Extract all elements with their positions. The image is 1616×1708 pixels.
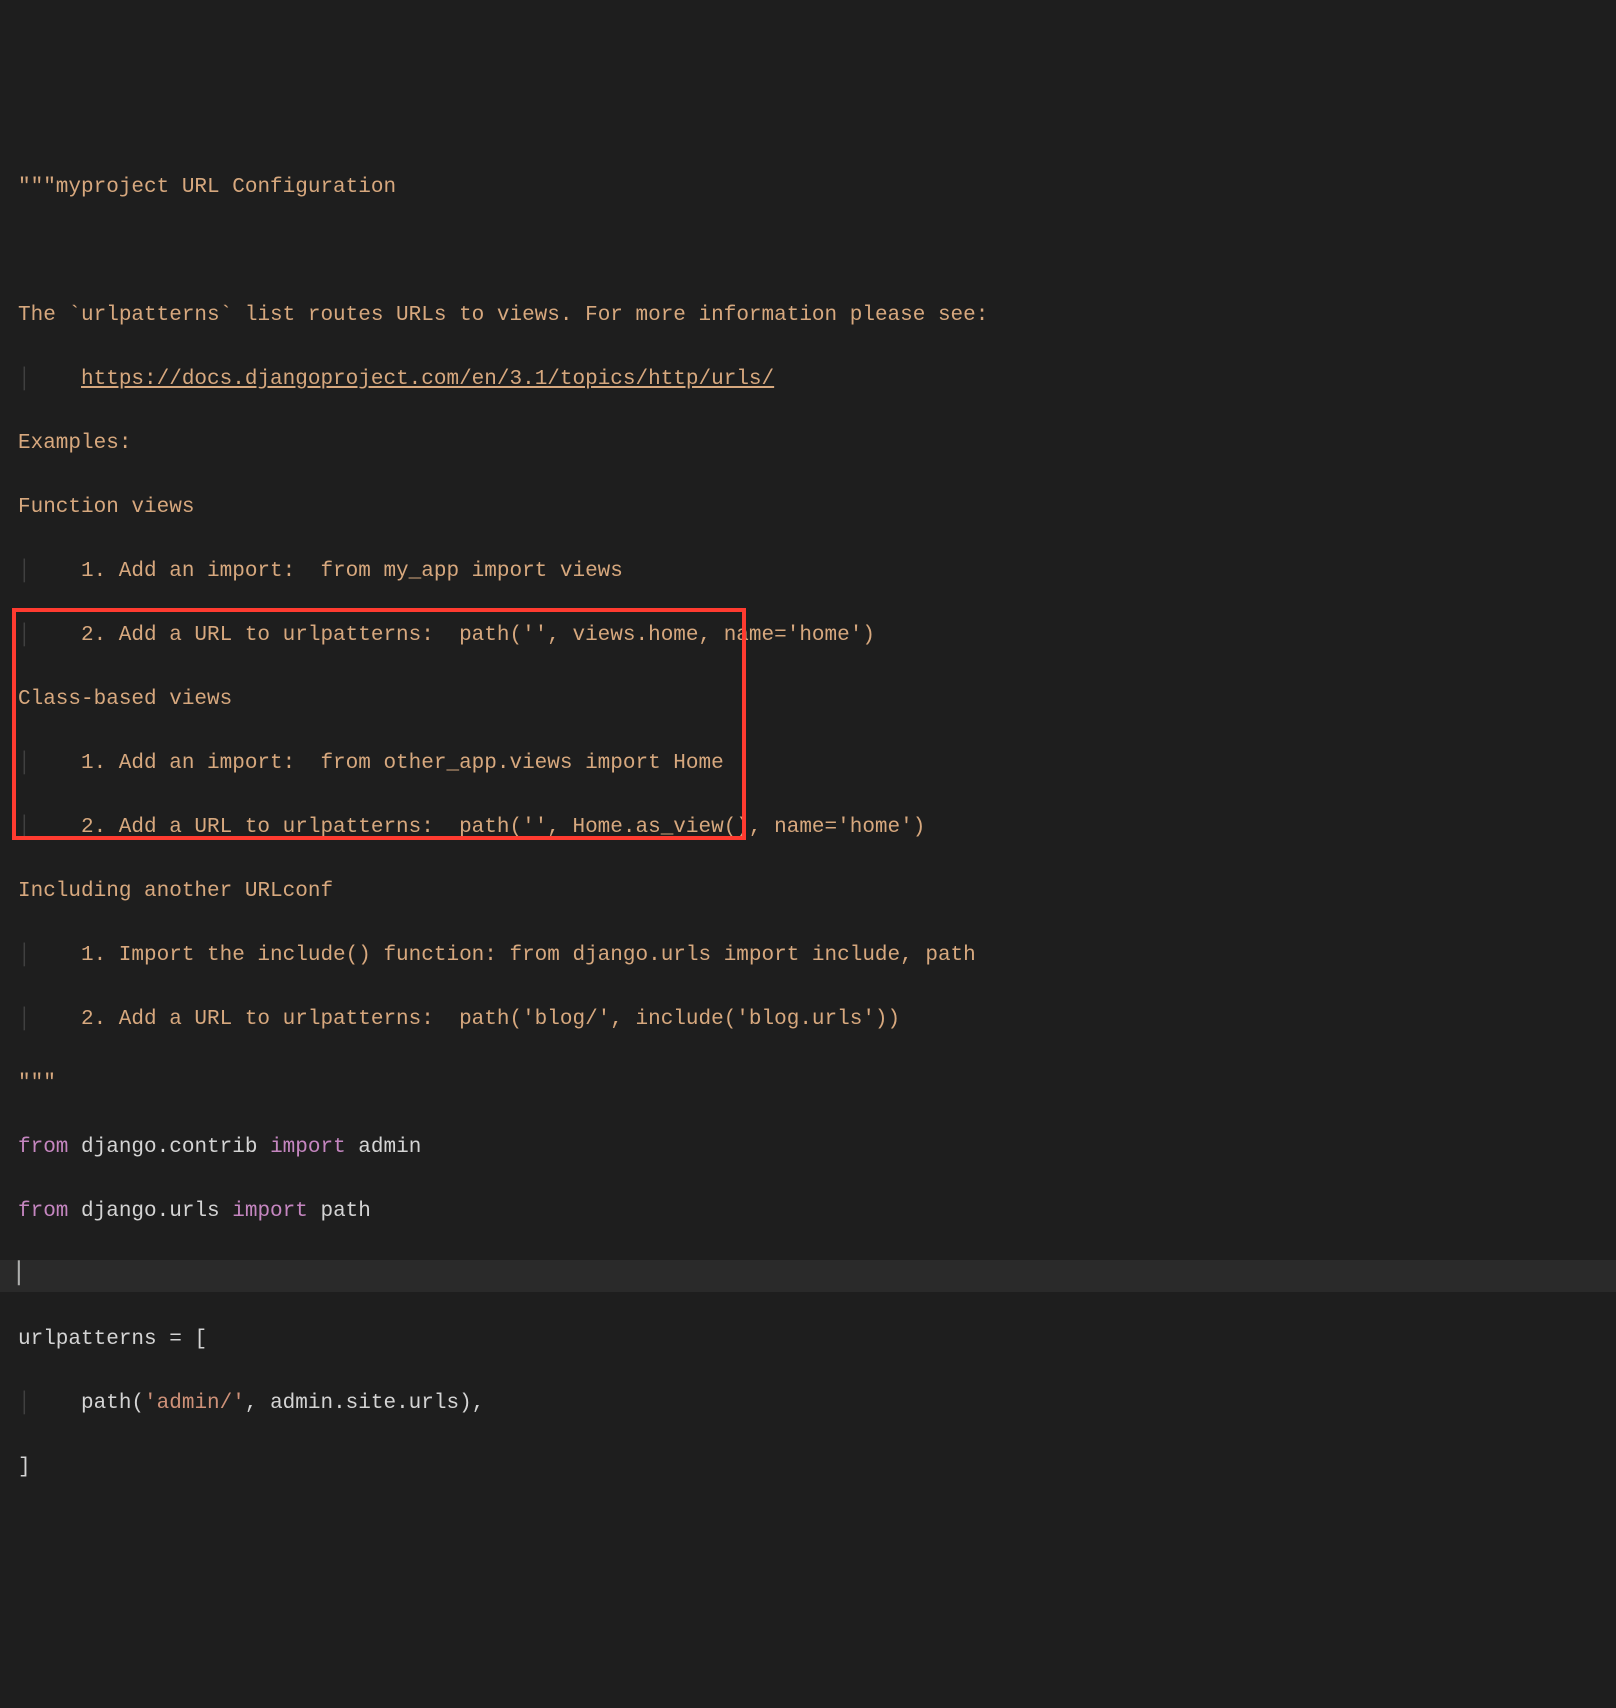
docstring-line: """myproject URL Configuration — [18, 172, 1598, 204]
docstring-line: │ 1. Import the include() function: from… — [18, 940, 1598, 972]
code-line: ] — [18, 1452, 1598, 1484]
indent-guide: │ — [18, 1388, 31, 1420]
docstring-line: Function views — [18, 492, 1598, 524]
docstring-line: │ 1. Add an import: from my_app import v… — [18, 556, 1598, 588]
active-line-highlight — [0, 1260, 1616, 1292]
docstring-line: │ https://docs.djangoproject.com/en/3.1/… — [18, 364, 1598, 396]
docstring-line — [18, 236, 1598, 268]
indent-guide: │ — [18, 1004, 31, 1036]
code-line: from django.urls import path — [18, 1196, 1598, 1228]
docstring-line: │ 2. Add a URL to urlpatterns: path('', … — [18, 620, 1598, 652]
docstring-line: │ 2. Add a URL to urlpatterns: path('blo… — [18, 1004, 1598, 1036]
code-line: from django.contrib import admin — [18, 1132, 1598, 1164]
cursor-icon: ▏ — [18, 1264, 34, 1287]
code-line: │ path('admin/', admin.site.urls), — [18, 1388, 1598, 1420]
docstring-line: """ — [18, 1068, 1598, 1100]
docstring-line: Including another URLconf — [18, 876, 1598, 908]
docstring-line: The `urlpatterns` list routes URLs to vi… — [18, 300, 1598, 332]
docstring-line: │ 1. Add an import: from other_app.views… — [18, 748, 1598, 780]
indent-guide: │ — [18, 556, 31, 588]
code-editor[interactable]: """myproject URL Configuration The `urlp… — [18, 140, 1598, 1548]
code-line: urlpatterns = [ — [18, 1324, 1598, 1356]
code-cursor-line[interactable]: ▏ — [18, 1260, 1598, 1292]
indent-guide: │ — [18, 364, 31, 396]
indent-guide: │ — [18, 940, 31, 972]
indent-guide: │ — [18, 812, 31, 844]
docstring-line: Class-based views — [18, 684, 1598, 716]
docs-link[interactable]: https://docs.djangoproject.com/en/3.1/to… — [81, 368, 774, 391]
indent-guide: │ — [18, 748, 31, 780]
docstring-line: │ 2. Add a URL to urlpatterns: path('', … — [18, 812, 1598, 844]
indent-guide: │ — [18, 620, 31, 652]
docstring-line: Examples: — [18, 428, 1598, 460]
